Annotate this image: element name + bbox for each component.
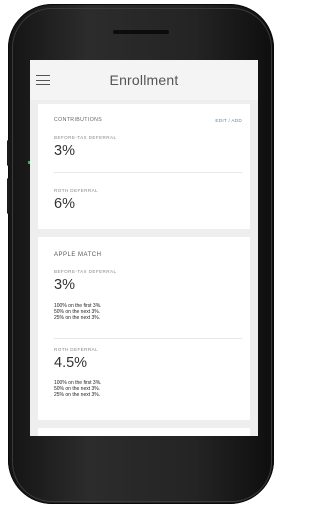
match-roth-label: ROTH DEFERRAL — [54, 347, 98, 352]
apple-match-section-title: APPLE MATCH — [54, 252, 102, 258]
divider — [54, 338, 242, 339]
page-title: Enrollment — [109, 72, 179, 88]
match-before-tax-note-3: 25% on the next 3%. — [54, 315, 101, 321]
divider — [54, 172, 242, 173]
contributions-card: CONTRIBUTIONS EDIT / ADD BEFORE-TAX DEFE… — [38, 104, 250, 229]
match-before-tax-value: 3% — [54, 277, 75, 293]
edit-add-link[interactable]: EDIT / ADD — [215, 118, 242, 123]
match-before-tax-label: BEFORE-TAX DEFERRAL — [54, 269, 117, 274]
next-card — [38, 428, 250, 436]
app-header: Enrollment — [30, 60, 258, 100]
contributions-section-title: CONTRIBUTIONS — [54, 117, 103, 123]
apple-match-card: APPLE MATCH BEFORE-TAX DEFERRAL 3% 100% … — [38, 237, 250, 420]
match-roth-value: 4.5% — [54, 355, 88, 371]
before-tax-deferral-label: BEFORE-TAX DEFERRAL — [54, 135, 117, 140]
phone-speaker — [113, 30, 169, 34]
app-screen: Enrollment CONTRIBUTIONS EDIT / ADD BEFO… — [30, 60, 258, 436]
side-button-upper — [7, 140, 10, 166]
match-roth-note-3: 25% on the next 3%. — [54, 392, 101, 398]
roth-deferral-label: ROTH DEFERRAL — [54, 188, 98, 193]
before-tax-deferral-value: 3% — [54, 143, 75, 159]
side-button-lower — [7, 178, 10, 214]
roth-deferral-value: 6% — [54, 196, 75, 212]
